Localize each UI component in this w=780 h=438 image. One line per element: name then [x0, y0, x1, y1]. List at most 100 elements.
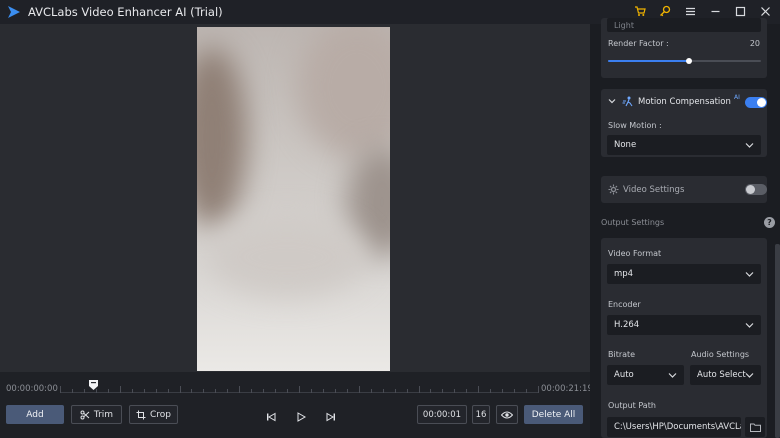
settings-panel: Light Render Factor : 20 Motion Compensa…: [590, 18, 780, 438]
timeline-tick: [251, 389, 253, 393]
browse-folder-button[interactable]: [745, 417, 765, 437]
video-settings-toggle[interactable]: [745, 184, 767, 195]
bitrate-select[interactable]: Auto: [607, 365, 684, 385]
play-icon: [297, 412, 306, 422]
render-factor-value: 20: [749, 39, 760, 48]
close-icon[interactable]: [758, 4, 772, 18]
timeline-tick: [60, 386, 61, 393]
timeline-tick: [119, 386, 121, 393]
video-frame: [197, 27, 390, 371]
frame-step-field[interactable]: 16: [472, 405, 490, 424]
encoder-value: H.264: [614, 320, 640, 330]
timeline-tick: [382, 389, 384, 393]
timeline-track[interactable]: [60, 386, 539, 393]
render-factor-slider-fill: [608, 60, 690, 62]
video-preview-area: [0, 24, 590, 372]
bitrate-label: Bitrate: [608, 350, 636, 359]
key-icon[interactable]: [658, 4, 672, 18]
timeline-tick: [107, 389, 109, 393]
video-format-select[interactable]: mp4: [607, 264, 761, 284]
timeline-tick: [526, 389, 528, 393]
encoder-label: Encoder: [608, 300, 641, 309]
video-format-value: mp4: [614, 269, 634, 279]
timeline-tick: [490, 389, 492, 393]
cart-icon[interactable]: [633, 4, 647, 18]
help-icon[interactable]: ?: [764, 217, 775, 228]
ai-badge: AI: [734, 94, 740, 101]
timeline-tick: [466, 389, 468, 393]
timeline-tick: [299, 386, 300, 393]
menu-icon[interactable]: [683, 4, 697, 18]
model-select[interactable]: Light: [607, 18, 761, 32]
chevron-down-icon[interactable]: [608, 97, 616, 105]
motion-icon: [622, 96, 633, 107]
chevron-down-icon: [745, 143, 754, 148]
motion-compensation-label: Motion Compensation: [638, 97, 731, 107]
slow-motion-select[interactable]: None: [607, 135, 761, 155]
timeline-tick: [310, 389, 312, 393]
timeline-tick: [131, 389, 133, 393]
add-button[interactable]: Add: [6, 405, 64, 424]
output-settings-title: Output Settings: [601, 218, 665, 227]
audio-settings-select[interactable]: Auto Select: [690, 365, 761, 385]
app-title: AVCLabs Video Enhancer AI (Trial): [28, 5, 223, 19]
timeline-tick: [71, 389, 73, 393]
output-path-field[interactable]: C:\Users\HP\Documents\AVCLabs: [607, 417, 741, 437]
app-logo-icon: [8, 6, 20, 18]
timeline-tick: [430, 389, 432, 393]
slow-motion-label: Slow Motion :: [608, 121, 662, 130]
timeline-tick: [275, 389, 277, 393]
timeline-tick: [203, 389, 205, 393]
timeline-tick: [478, 386, 480, 393]
minimize-icon[interactable]: [708, 4, 722, 18]
output-path-label: Output Path: [608, 401, 656, 410]
render-factor-slider-handle[interactable]: [686, 58, 693, 64]
timeline-tick: [442, 389, 444, 393]
frame-step-value: 16: [475, 409, 487, 420]
render-factor-slider[interactable]: [608, 58, 761, 64]
motion-compensation-toggle[interactable]: [745, 97, 767, 108]
render-factor-label: Render Factor :: [608, 39, 669, 48]
chevron-down-icon: [668, 373, 677, 378]
skip-forward-icon: [326, 412, 335, 422]
gear-icon: [608, 184, 619, 195]
timeline-tick: [346, 389, 348, 393]
timeline-tick: [358, 386, 360, 393]
model-select-value: Light: [614, 20, 634, 30]
timeline-tick: [538, 386, 539, 393]
timeline-tick: [322, 389, 324, 393]
timeline-tick: [287, 389, 289, 393]
next-frame-button[interactable]: [323, 409, 339, 425]
preview-toggle-button[interactable]: [496, 405, 518, 424]
motion-compensation-card: Motion Compensation AI Slow Motion : Non…: [601, 89, 767, 157]
timeline-tick: [370, 389, 372, 393]
encoder-select[interactable]: H.264: [607, 315, 761, 335]
timeline-start-time: 00:00:00:00: [6, 384, 58, 394]
video-format-label: Video Format: [608, 249, 662, 258]
slow-motion-value: None: [614, 140, 637, 150]
chevron-down-icon: [745, 323, 754, 328]
skip-back-icon: [267, 412, 276, 422]
panel-scrollbar[interactable]: [775, 244, 780, 438]
crop-icon: [136, 410, 146, 419]
video-settings-card: Video Settings: [601, 176, 767, 203]
timeline-tick: [155, 389, 157, 393]
crop-button[interactable]: Crop: [129, 405, 178, 424]
playhead-handle[interactable]: [89, 380, 98, 390]
enhance-settings-card: Light Render Factor : 20: [601, 18, 767, 78]
trim-button-label: Trim: [93, 409, 114, 420]
current-time-field[interactable]: 00:00:01: [417, 405, 467, 424]
current-time-value: 00:00:01: [422, 409, 462, 420]
previous-frame-button[interactable]: [263, 409, 279, 425]
play-button[interactable]: [293, 409, 309, 425]
eye-icon: [501, 411, 513, 418]
crop-button-label: Crop: [149, 409, 171, 420]
maximize-icon[interactable]: [733, 4, 747, 18]
trim-button[interactable]: Trim: [71, 405, 122, 424]
timeline-tick: [263, 389, 265, 393]
delete-all-button[interactable]: Delete All: [524, 405, 583, 424]
timeline[interactable]: 00:00:00:00 00:00:21:19: [0, 372, 593, 402]
bitrate-value: Auto: [614, 370, 634, 380]
add-button-label: Add: [26, 409, 44, 420]
timeline-tick: [227, 389, 229, 393]
